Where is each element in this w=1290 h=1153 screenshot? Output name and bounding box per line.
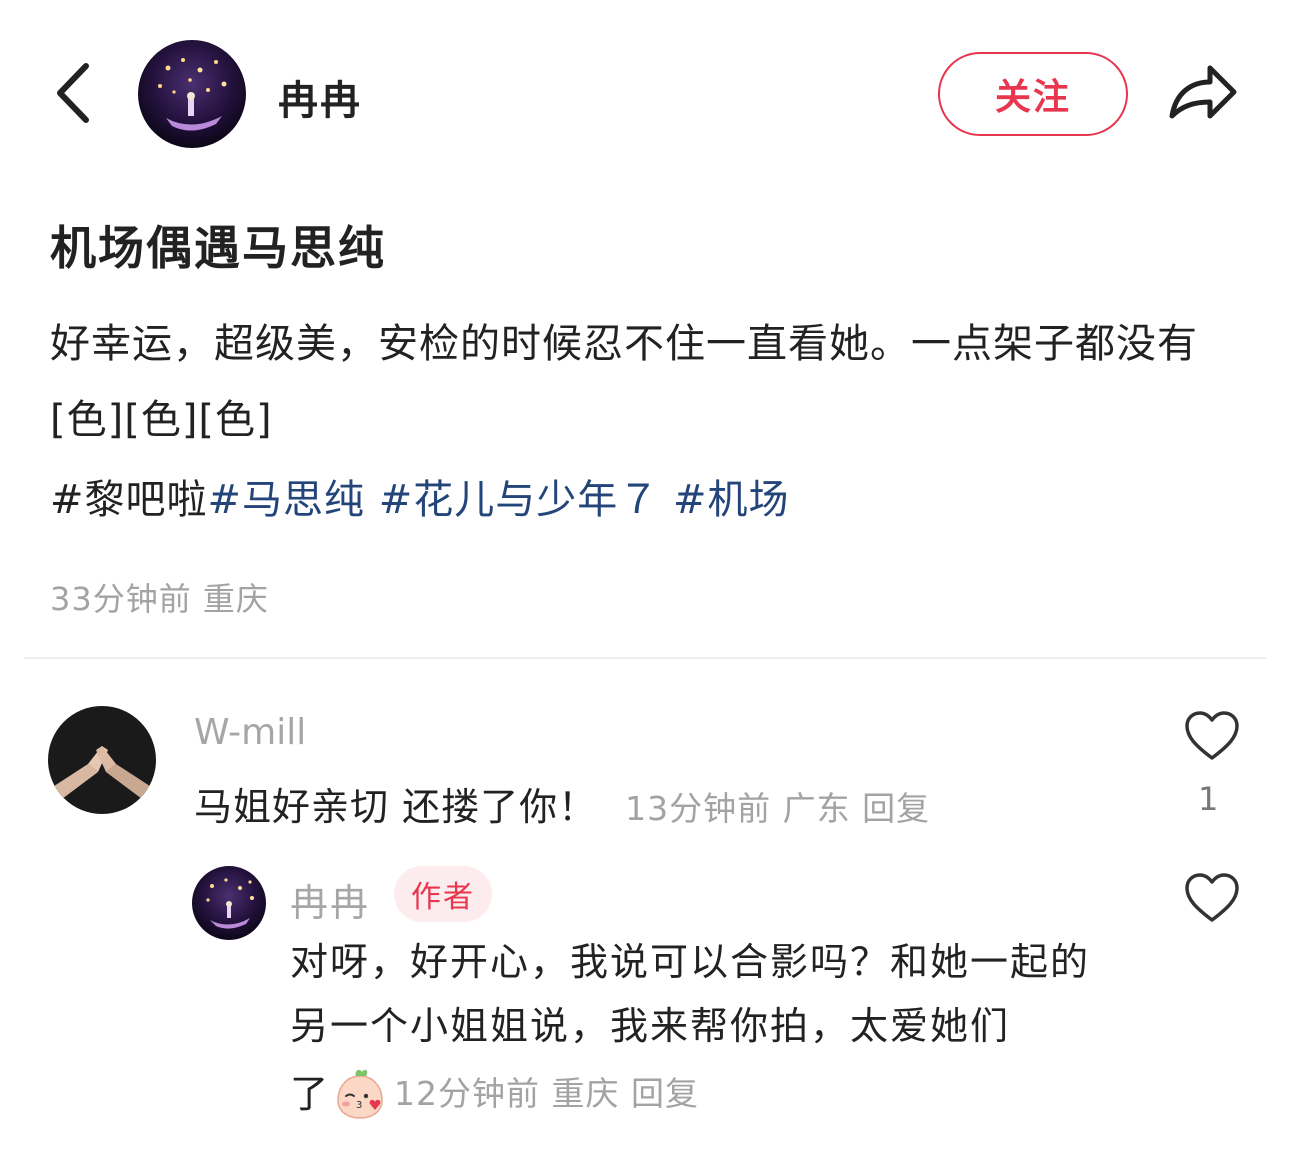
- tag-link[interactable]: #马思纯: [208, 477, 366, 523]
- reply-button[interactable]: 回复: [631, 1074, 699, 1113]
- blush-emoji-icon: 3: [337, 1069, 383, 1119]
- svg-text:3: 3: [356, 1100, 362, 1111]
- post-title: 机场偶遇马思纯: [50, 221, 386, 275]
- post-meta: 33分钟前 重庆: [50, 574, 269, 620]
- reply-author-avatar[interactable]: [192, 866, 266, 940]
- comment-location: 广东: [782, 789, 851, 828]
- reply-body-end: 了: [290, 1072, 329, 1116]
- comment-text: 马姐好亲切 还搂了你！ 13分钟前 广东 回复: [194, 776, 930, 831]
- back-arrow-icon[interactable]: [50, 58, 98, 128]
- reply-body: 对呀，好开心，我说可以合影吗？和她一起的另一个小姐姐说，我来帮你拍，太爱她们: [290, 940, 1091, 1048]
- author-name[interactable]: 冉冉: [278, 68, 362, 126]
- share-arrow-icon[interactable]: [1166, 58, 1240, 128]
- tag-link[interactable]: #机场: [673, 477, 790, 523]
- commenter-name[interactable]: W-mill: [194, 712, 306, 753]
- top-bar: 冉冉 关注: [0, 0, 1290, 190]
- comment-body: 马姐好亲切 还搂了你！: [194, 785, 598, 829]
- reply-meta: 12分钟前 重庆 回复: [394, 1062, 699, 1126]
- post-location: 重庆: [202, 580, 269, 618]
- tag-link[interactable]: #花儿与少年７: [379, 477, 660, 523]
- tag-plain: #黎吧啦: [50, 477, 208, 523]
- post-time: 33分钟前: [50, 580, 192, 618]
- comment-meta: 13分钟前 广东 回复: [625, 789, 930, 828]
- author-badge: 作者: [394, 866, 492, 922]
- heart-outline-icon[interactable]: [1184, 710, 1240, 762]
- heart-outline-icon[interactable]: [1184, 872, 1240, 924]
- like-count: 1: [1198, 780, 1219, 818]
- comment-time: 13分钟前: [625, 789, 772, 828]
- divider: [24, 657, 1266, 659]
- reply-time: 12分钟前: [394, 1074, 541, 1113]
- follow-button[interactable]: 关注: [938, 52, 1128, 136]
- commenter-avatar[interactable]: [48, 706, 156, 814]
- post-tags: #黎吧啦#马思纯 #花儿与少年７ #机场: [50, 462, 790, 538]
- reply-location: 重庆: [551, 1074, 620, 1113]
- reply-last-line: 了 3 12分钟前 重庆 回复: [290, 1062, 699, 1126]
- post-body: 好幸运，超级美，安检的时候忍不住一直看她。一点架子都没有[色][色][色]: [50, 321, 1198, 443]
- reply-author-name[interactable]: 冉冉: [290, 872, 370, 927]
- author-avatar[interactable]: [138, 40, 246, 148]
- reply-button[interactable]: 回复: [862, 789, 930, 828]
